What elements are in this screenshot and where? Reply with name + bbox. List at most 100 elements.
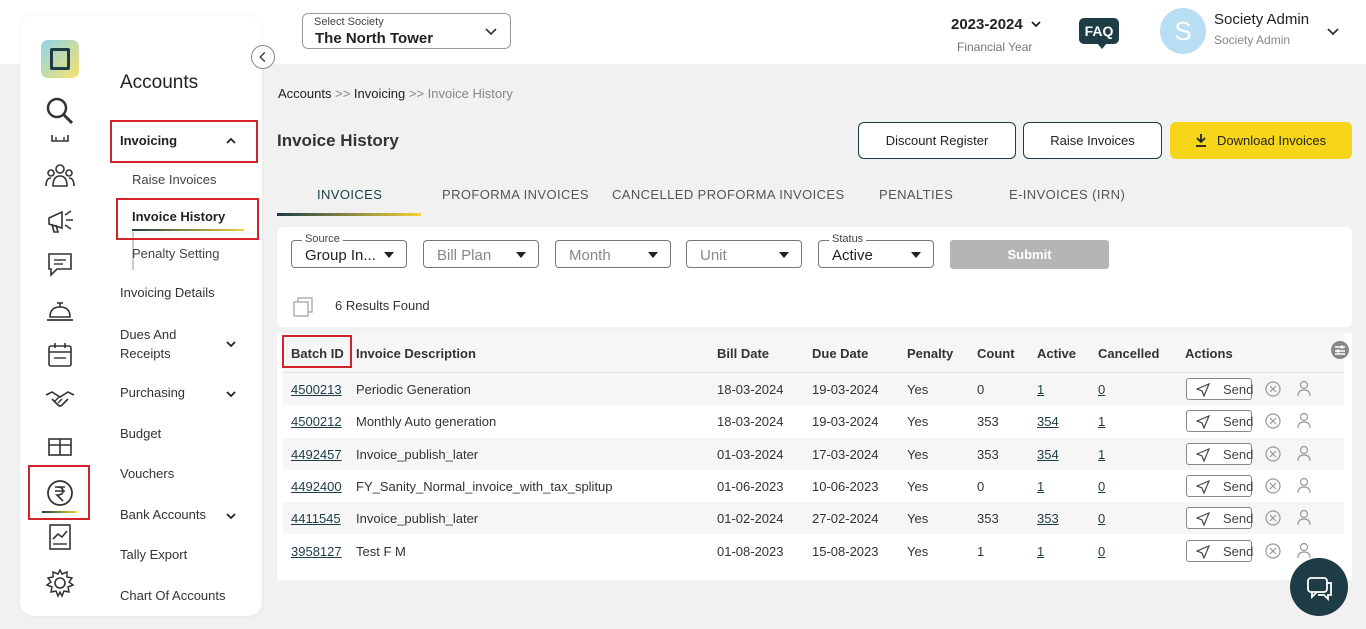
- faq-button[interactable]: FAQ: [1079, 18, 1119, 44]
- tab-invoices[interactable]: INVOICES: [317, 187, 382, 202]
- raise-invoices-button[interactable]: Raise Invoices: [1023, 122, 1162, 159]
- building-icon[interactable]: [44, 129, 76, 143]
- cell-cancelled[interactable]: 0: [1098, 382, 1105, 397]
- cancel-circle-icon[interactable]: [1265, 543, 1281, 559]
- cancel-circle-icon[interactable]: [1265, 478, 1281, 494]
- cell-active[interactable]: 1: [1037, 544, 1044, 559]
- sidebar-item-invoice-history[interactable]: Invoice History: [132, 209, 225, 224]
- sidebar-item-chart-of-accounts[interactable]: Chart Of Accounts: [120, 588, 226, 603]
- chat-icon[interactable]: [44, 248, 76, 280]
- cell-cancelled[interactable]: 0: [1098, 544, 1105, 559]
- breadcrumb-invoicing[interactable]: Invoicing: [354, 86, 405, 101]
- header-due-date[interactable]: Due Date: [812, 346, 868, 361]
- month-select[interactable]: Month: [555, 240, 671, 268]
- header-bill-date[interactable]: Bill Date: [717, 346, 769, 361]
- cell-penalty: Yes: [907, 479, 928, 494]
- send-button[interactable]: Send: [1186, 540, 1252, 562]
- megaphone-icon[interactable]: [44, 205, 76, 237]
- left-navigation-panel: [20, 15, 262, 616]
- person-icon[interactable]: [1297, 445, 1311, 462]
- chevron-up-icon[interactable]: [225, 135, 237, 147]
- cell-batch-id[interactable]: 4492400: [291, 479, 342, 494]
- cell-batch-id[interactable]: 4411545: [291, 511, 341, 526]
- sidebar-item-vouchers[interactable]: Vouchers: [120, 466, 174, 481]
- cancel-circle-icon[interactable]: [1265, 413, 1281, 429]
- collapse-sidebar-button[interactable]: [251, 45, 275, 69]
- tab-e-invoices-irn[interactable]: E-INVOICES (IRN): [1009, 187, 1125, 202]
- report-icon[interactable]: [44, 521, 76, 553]
- cell-batch-id[interactable]: 3958127: [291, 544, 342, 559]
- person-icon[interactable]: [1297, 542, 1311, 559]
- caret-down-icon: [648, 252, 658, 258]
- bill-plan-select[interactable]: Bill Plan: [423, 240, 539, 268]
- send-button[interactable]: Send: [1186, 443, 1252, 465]
- sidebar-item-dues-and-receipts[interactable]: Dues And Receipts: [120, 325, 200, 363]
- chevron-down-icon[interactable]: [225, 510, 237, 522]
- cell-active[interactable]: 353: [1037, 511, 1059, 526]
- calendar-icon[interactable]: [44, 339, 76, 371]
- cell-active[interactable]: 354: [1037, 414, 1059, 429]
- cell-batch-id[interactable]: 4500213: [291, 382, 342, 397]
- tab-penalties[interactable]: PENALTIES: [879, 187, 953, 202]
- sidebar-item-purchasing[interactable]: Purchasing: [120, 385, 185, 400]
- header-invoice-description[interactable]: Invoice Description: [356, 346, 476, 361]
- cell-cancelled[interactable]: 0: [1098, 511, 1105, 526]
- chat-support-button[interactable]: [1290, 558, 1348, 616]
- avatar[interactable]: S: [1160, 8, 1206, 54]
- chevron-down-icon[interactable]: [1326, 25, 1340, 39]
- sidebar-item-budget[interactable]: Budget: [120, 426, 161, 441]
- cell-cancelled[interactable]: 0: [1098, 479, 1105, 494]
- gift-icon[interactable]: [44, 429, 76, 461]
- send-button[interactable]: Send: [1186, 475, 1252, 497]
- cell-batch-id[interactable]: 4500212: [291, 414, 342, 429]
- cell-active[interactable]: 354: [1037, 447, 1059, 462]
- handshake-icon[interactable]: [44, 383, 76, 415]
- copy-icon[interactable]: [292, 296, 314, 318]
- person-icon[interactable]: [1297, 509, 1311, 526]
- person-icon[interactable]: [1297, 380, 1311, 397]
- header-penalty[interactable]: Penalty: [907, 346, 953, 361]
- submit-button[interactable]: Submit: [950, 240, 1109, 269]
- chevron-down-icon[interactable]: [225, 388, 237, 400]
- sidebar-item-invoicing-details[interactable]: Invoicing Details: [120, 285, 215, 300]
- download-invoices-button[interactable]: Download Invoices: [1170, 122, 1352, 159]
- sidebar-item-invoicing[interactable]: Invoicing: [120, 133, 177, 148]
- cell-active[interactable]: 1: [1037, 479, 1044, 494]
- send-button[interactable]: Send: [1186, 410, 1252, 432]
- cancel-circle-icon[interactable]: [1265, 446, 1281, 462]
- chevron-down-icon[interactable]: [225, 338, 237, 350]
- send-button[interactable]: Send: [1186, 507, 1252, 529]
- status-select[interactable]: Status Active: [818, 240, 934, 268]
- person-icon[interactable]: [1297, 412, 1311, 429]
- tab-cancelled-proforma-invoices[interactable]: CANCELLED PROFORMA INVOICES: [612, 187, 845, 202]
- sidebar-item-tally-export[interactable]: Tally Export: [120, 547, 187, 562]
- sidebar-item-bank-accounts[interactable]: Bank Accounts: [120, 507, 206, 522]
- person-icon[interactable]: [1297, 477, 1311, 494]
- app-logo[interactable]: [41, 40, 79, 78]
- cell-bill-date: 18-03-2024: [717, 414, 784, 429]
- sidebar-item-raise-invoices[interactable]: Raise Invoices: [132, 172, 217, 187]
- cell-count: 353: [977, 511, 999, 526]
- cell-active[interactable]: 1: [1037, 382, 1044, 397]
- society-select[interactable]: Select Society The North Tower: [302, 13, 511, 49]
- cell-cancelled[interactable]: 1: [1098, 447, 1105, 462]
- cell-cancelled[interactable]: 1: [1098, 414, 1105, 429]
- cancel-circle-icon[interactable]: [1265, 510, 1281, 526]
- cancel-circle-icon[interactable]: [1265, 381, 1281, 397]
- gear-icon[interactable]: [44, 567, 76, 599]
- sidebar-item-penalty-setting[interactable]: Penalty Setting: [132, 246, 219, 261]
- discount-register-button[interactable]: Discount Register: [858, 122, 1016, 159]
- source-select[interactable]: Source Group In...: [291, 240, 407, 268]
- breadcrumb-accounts[interactable]: Accounts: [278, 86, 331, 101]
- cell-batch-id[interactable]: 4492457: [291, 447, 342, 462]
- send-button[interactable]: Send: [1186, 378, 1252, 400]
- header-cancelled[interactable]: Cancelled: [1098, 346, 1159, 361]
- service-bell-icon[interactable]: [44, 295, 76, 327]
- people-icon[interactable]: [44, 160, 76, 192]
- column-settings-icon[interactable]: [1331, 341, 1349, 359]
- unit-select[interactable]: Unit: [686, 240, 802, 268]
- tab-proforma-invoices[interactable]: PROFORMA INVOICES: [442, 187, 589, 202]
- header-active[interactable]: Active: [1037, 346, 1076, 361]
- header-count[interactable]: Count: [977, 346, 1015, 361]
- search-icon[interactable]: [44, 95, 76, 127]
